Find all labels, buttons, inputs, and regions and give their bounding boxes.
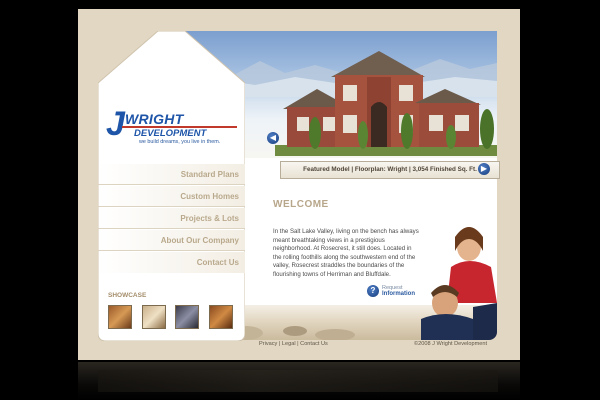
house-photo[interactable] xyxy=(275,41,497,156)
nav-contact-us[interactable]: Contact Us xyxy=(98,252,245,273)
logo-wright: WRIGHT xyxy=(125,111,184,127)
nav-standard-plans[interactable]: Standard Plans xyxy=(98,164,245,185)
footer-copyright: ©2008 J Wright Development xyxy=(414,341,488,347)
welcome-heading: WELCOME xyxy=(273,199,329,210)
nav-about-our-company[interactable]: About Our Company xyxy=(98,230,245,251)
living-room-photo-thumbnail[interactable] xyxy=(175,305,199,329)
featured-model-caption: Featured Model | Floorplan: Wright | 3,0… xyxy=(280,161,500,179)
request-information-link[interactable]: ? Request Information xyxy=(367,285,415,297)
request-line2: Information xyxy=(382,291,415,297)
jwright-logo[interactable]: J WRIGHT DEVELOPMENT we build dreams, yo… xyxy=(106,105,241,149)
question-icon: ? xyxy=(367,285,379,297)
nav-projects-lots[interactable]: Projects & Lots xyxy=(98,208,245,229)
welcome-paragraph: In the Salt Lake Valley, living on the b… xyxy=(273,228,419,278)
footer-legal-link[interactable]: Legal xyxy=(282,341,296,347)
logo-development: DEVELOPMENT xyxy=(134,128,207,139)
fireplace-photo-thumbnail[interactable] xyxy=(142,305,166,329)
page-reflection xyxy=(78,362,520,400)
footer-privacy-link[interactable]: Privacy xyxy=(259,341,277,347)
footer-links: Privacy | Legal | Contact Us xyxy=(259,341,328,347)
couple-photo xyxy=(421,227,497,340)
kitchen-photo-thumbnail[interactable] xyxy=(108,305,132,329)
footer-contact-link[interactable]: Contact Us xyxy=(300,341,328,347)
left-arrow-icon[interactable]: ◀ xyxy=(267,132,279,144)
showcase-title: SHOWCASE xyxy=(108,292,147,299)
right-arrow-icon[interactable]: ▶ xyxy=(478,163,490,175)
logo-letter: J xyxy=(106,105,125,143)
logo-tagline: we build dreams, you live in them. xyxy=(139,139,221,145)
dining-room-photo-thumbnail[interactable] xyxy=(209,305,233,329)
nav-custom-homes[interactable]: Custom Homes xyxy=(98,186,245,207)
